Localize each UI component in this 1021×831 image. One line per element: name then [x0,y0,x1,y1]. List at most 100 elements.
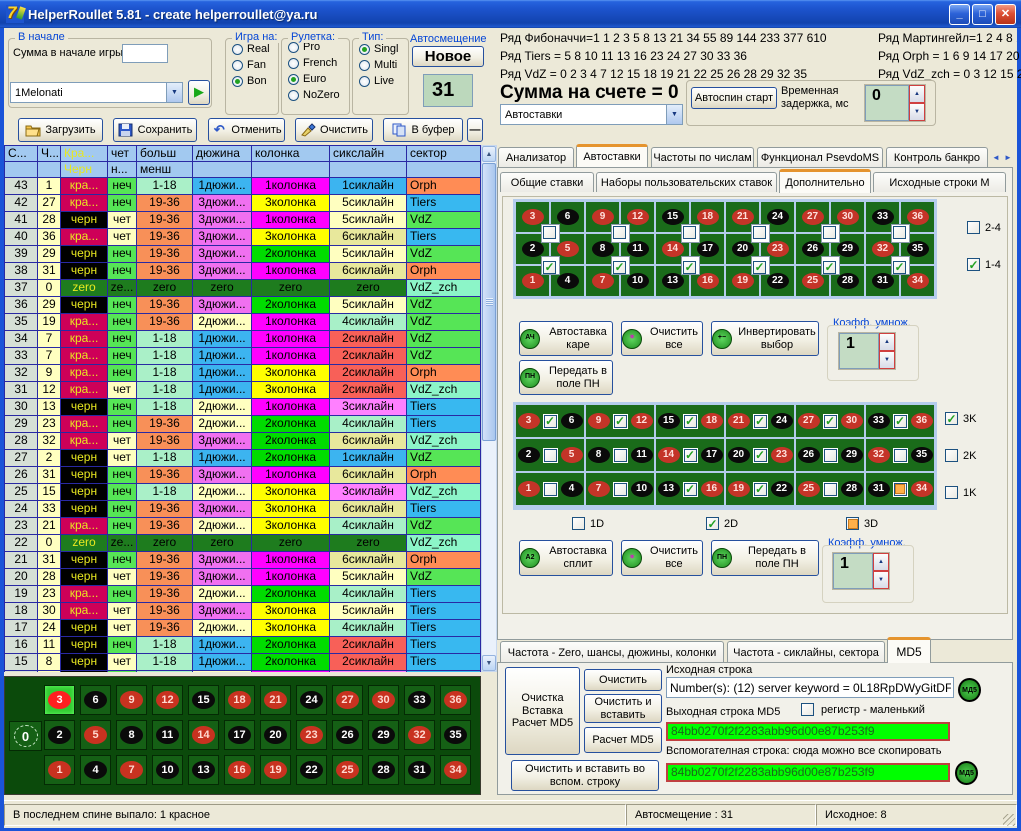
split-cell-7-10[interactable]: 710 [586,473,654,505]
tab-bankroll-control[interactable]: Контроль банкро [886,147,988,167]
delay-spinner[interactable]: 0 ▲ ▼ [864,84,926,122]
split-checkbox-33-36[interactable]: ✓ [894,415,907,428]
scroll-down-icon[interactable]: ▼ [482,655,496,671]
board-cell-16[interactable]: 16 [224,755,255,785]
split-cell-9-12[interactable]: 9✓12 [586,405,654,437]
board-cell-11[interactable]: 11 [152,720,183,750]
md5-clear-insert-aux-button[interactable]: Очистить и вставить во вспом. строку [511,760,659,791]
split-cell-2-5[interactable]: 25 [516,439,584,471]
board-cell-7[interactable]: 7 [116,755,147,785]
copy-to-buffer-button[interactable]: В буфер [383,118,463,142]
profile-combobox[interactable]: 1Melonati ▼ [10,82,183,103]
radio-roulette-nozero[interactable]: NoZero [288,89,349,101]
md5-clear-insert-button[interactable]: Очистить и вставить [584,694,662,723]
md5-calc-icon[interactable]: МД5 [958,678,981,702]
kare-checkbox-r1-6[interactable] [893,226,906,239]
minimize-button[interactable]: _ [949,4,970,25]
split-cell-31-34[interactable]: 3134 [866,473,934,505]
spin-up-icon[interactable]: ▲ [909,85,925,103]
board-cell-20[interactable]: 20 [260,720,291,750]
split-dim-2D[interactable]: ✓2D [706,517,738,530]
chevron-down-icon[interactable]: ▼ [166,83,182,102]
board-cell-8[interactable]: 8 [116,720,147,750]
tab-scroll-right-icon[interactable]: ► [1002,150,1014,165]
invert-selection-button[interactable]: +− Инвертировать выбор [711,321,819,356]
table-row[interactable]: 1724чернчет19-362дюжи...3колонка4сиклайн… [5,620,481,637]
table-row[interactable]: 3629черннеч19-363дюжи...2колонка5сиклайн… [5,297,481,314]
radio-type-live[interactable]: Live [359,75,408,87]
table-row[interactable]: 2131черннеч19-363дюжи...1колонка6сиклайн… [5,552,481,569]
tab-autobets[interactable]: Автоставки [576,144,648,167]
board-cell-30[interactable]: 30 [368,685,399,715]
split-cell-33-36[interactable]: 33✓36 [866,405,934,437]
kare-checkbox-r1-4[interactable] [753,226,766,239]
board-cell-15[interactable]: 15 [188,685,219,715]
board-cell-6[interactable]: 6 [80,685,111,715]
split-checkbox-25-28[interactable] [824,483,837,496]
md5-big-button[interactable]: Очистка Вставка Расчет MD5 [505,667,580,755]
md5-calc-button[interactable]: Расчет MD5 [584,727,662,753]
tab-freq-sixline[interactable]: Частота - сиклайны, сектора [727,641,885,663]
chevron-down-icon[interactable]: ▼ [666,105,682,124]
md5-source-input[interactable] [666,677,954,698]
autobet-kare-button[interactable]: АЧ Автоставка каре [519,321,613,356]
table-row[interactable]: 2832кра...чет19-363дюжи...2колонка6сикла… [5,433,481,450]
radio-game-real[interactable]: Real [232,43,278,55]
split-coef-spinner[interactable]: 1 ▲ ▼ [832,552,890,590]
split-side-1K[interactable]: 1K [945,486,976,499]
split-cell-26-29[interactable]: 2629 [796,439,864,471]
subtab-additional[interactable]: Дополнительно [779,169,871,193]
table-row[interactable]: 1413черннеч1-182дюжи...1колонка3сиклайнT… [5,671,481,672]
split-side-checkbox-3K[interactable]: ✓ [945,412,958,425]
undo-button[interactable]: ↶ Отменить [208,118,285,142]
split-checkbox-21-24[interactable]: ✓ [754,415,767,428]
board-cell-36[interactable]: 36 [440,685,471,715]
table-row[interactable]: 2515черннеч1-182дюжи...3колонка3сиклайнV… [5,484,481,501]
radio-roulette-french[interactable]: French [288,57,349,69]
split-checkbox-8-11[interactable] [614,449,627,462]
board-cell-14[interactable]: 14 [188,720,219,750]
autospin-start-button[interactable]: Автоспин старт [691,87,777,109]
kare-checkbox-r2-1[interactable]: ✓ [543,261,556,274]
board-cell-35[interactable]: 35 [440,720,471,750]
clear-button[interactable]: Очистить [295,118,373,142]
split-transfer-button[interactable]: ПН Передать в поле ПН [711,540,819,576]
spin-down-icon[interactable]: ▼ [879,351,895,369]
table-row[interactable]: 3112кра...чет1-181дюжи...3колонка2сиклай… [5,382,481,399]
spin-up-icon[interactable]: ▲ [879,333,895,351]
board-cell-4[interactable]: 4 [80,755,111,785]
split-checkbox-31-34[interactable] [894,483,907,496]
board-cell-25[interactable]: 25 [332,755,363,785]
table-row[interactable]: 1611черннеч1-181дюжи...2колонка2сиклайнT… [5,637,481,654]
split-cell-25-28[interactable]: 2528 [796,473,864,505]
split-side-3K[interactable]: ✓3K [945,412,976,425]
table-row[interactable]: 3831черннеч19-363дюжи...1колонка6сиклайн… [5,263,481,280]
board-cell-3[interactable]: 3 [44,685,75,715]
tab-number-frequencies[interactable]: Частоты по числам [651,147,754,167]
split-checkbox-9-12[interactable]: ✓ [614,415,627,428]
kare-checkbox-r2-3[interactable]: ✓ [683,261,696,274]
board-cell-23[interactable]: 23 [296,720,327,750]
table-row[interactable]: 1830кра...чет19-363дюжи...3колонка5сикла… [5,603,481,620]
table-row[interactable]: 3929черннеч19-363дюжи...2колонка5сиклайн… [5,246,481,263]
radio-game-fan[interactable]: Fan [232,59,278,71]
split-cell-1-4[interactable]: 14 [516,473,584,505]
kare-checkbox-r2-6[interactable]: ✓ [893,261,906,274]
resize-grip[interactable] [1003,814,1015,826]
radio-roulette-euro[interactable]: Euro [288,73,349,85]
close-button[interactable]: ✕ [995,4,1016,25]
split-side-checkbox-1K[interactable] [945,486,958,499]
board-cell-31[interactable]: 31 [404,755,435,785]
split-cell-27-30[interactable]: 27✓30 [796,405,864,437]
kare-checkbox-r1-5[interactable] [823,226,836,239]
split-cell-20-23[interactable]: 20✓23 [726,439,794,471]
kare-coef-spinner[interactable]: 1 ▲ ▼ [838,332,896,370]
split-checkbox-13-16[interactable]: ✓ [684,483,697,496]
split-checkbox-27-30[interactable]: ✓ [824,415,837,428]
board-cell-5[interactable]: 5 [80,720,111,750]
split-dim-3D[interactable]: 3D [846,517,878,530]
history-scrollbar[interactable]: ▲ ▼ [481,145,497,672]
board-cell-28[interactable]: 28 [368,755,399,785]
tab-scroll-left-icon[interactable]: ◄ [990,150,1002,165]
board-cell-1[interactable]: 1 [44,755,75,785]
